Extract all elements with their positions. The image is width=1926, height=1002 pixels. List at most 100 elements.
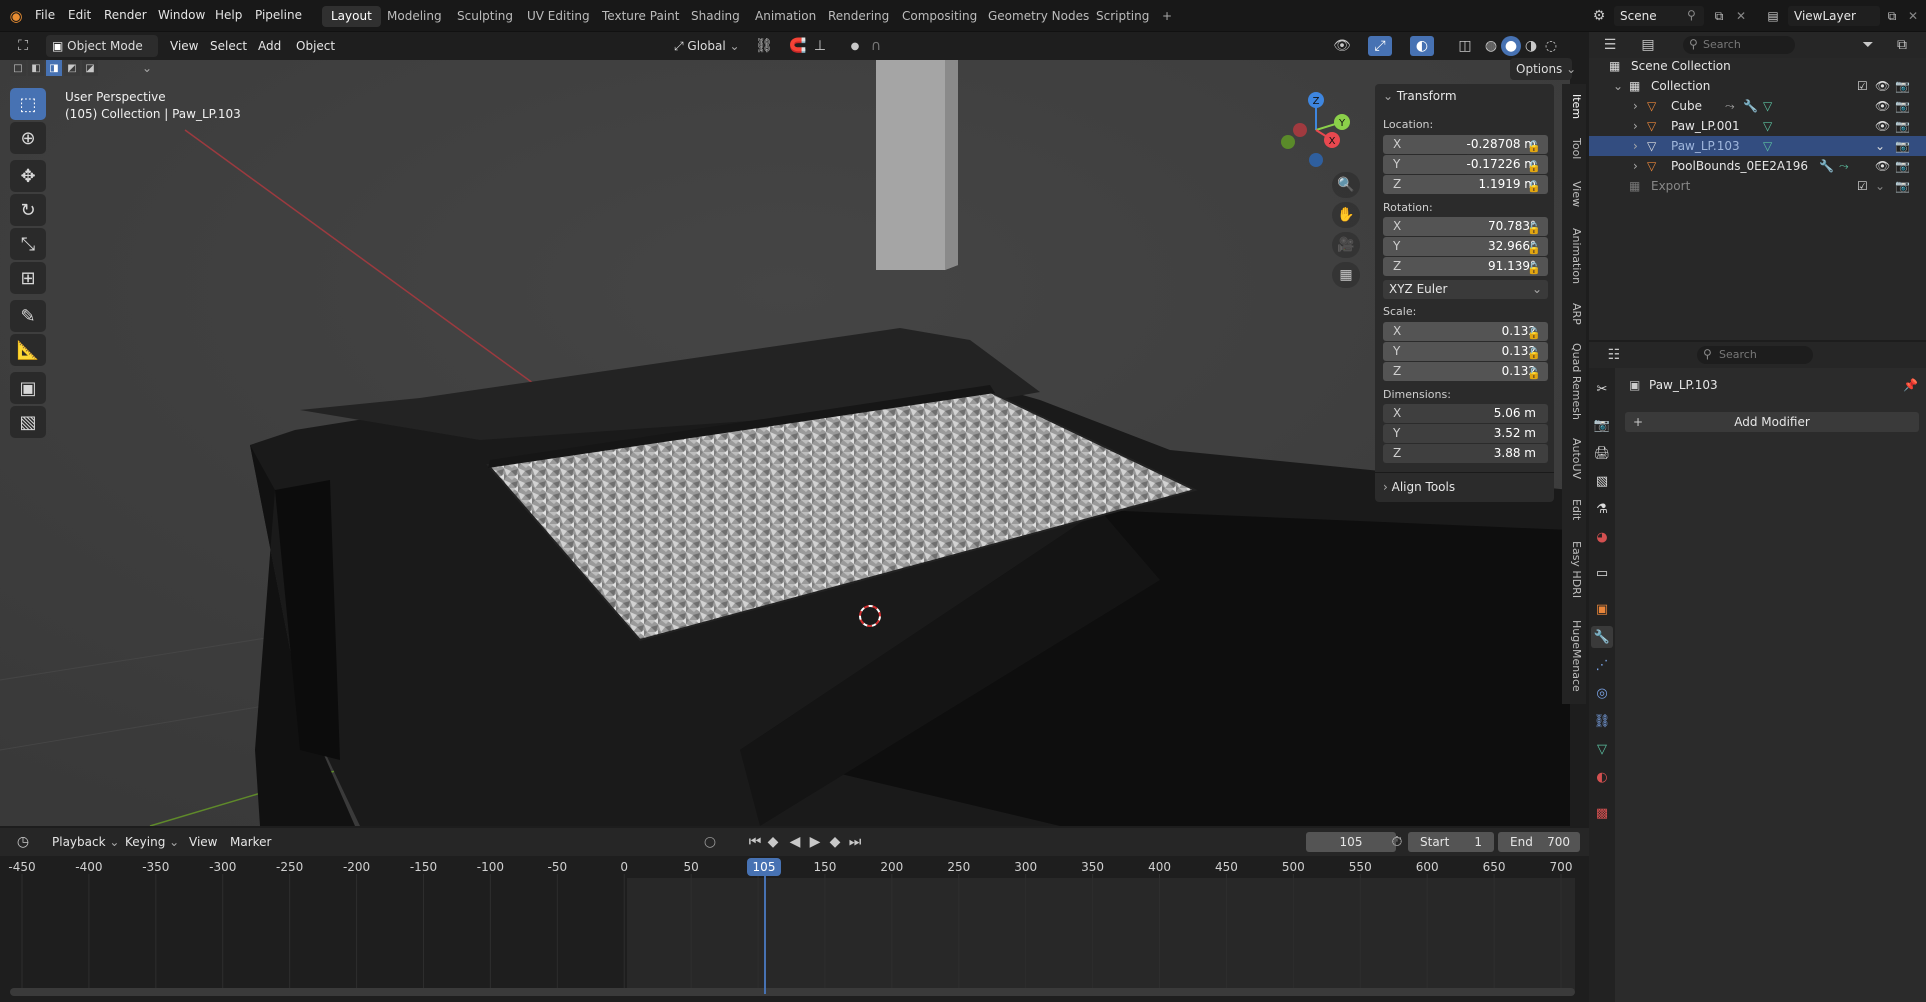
- blender-logo-icon[interactable]: ◉: [6, 7, 26, 25]
- xray-icon[interactable]: ◫: [1455, 36, 1475, 56]
- tab-edit[interactable]: Edit: [1565, 496, 1583, 524]
- menu-view-timeline[interactable]: View: [189, 835, 217, 849]
- snap-target-icon[interactable]: ⊥: [808, 36, 832, 56]
- particles-tab-icon[interactable]: ⋰: [1591, 654, 1613, 676]
- new-collection-icon[interactable]: ⧉: [1889, 36, 1915, 54]
- outliner-search-input[interactable]: ⚲ Search: [1683, 36, 1795, 54]
- lock-icon[interactable]: 🔓: [1526, 260, 1542, 276]
- select-box-tool[interactable]: ⬚: [10, 88, 46, 120]
- tab-hugemenace[interactable]: HugeMenace: [1565, 616, 1583, 696]
- menu-pipeline[interactable]: Pipeline: [255, 8, 302, 22]
- lock-icon[interactable]: 🔓: [1526, 178, 1542, 194]
- cursor-tool[interactable]: ⊕: [10, 122, 46, 154]
- view-layer-selector[interactable]: ViewLayer: [1788, 6, 1880, 26]
- timeline-scrollbar[interactable]: [10, 988, 1575, 996]
- tab-scripting[interactable]: Scripting: [1087, 6, 1158, 27]
- location-z-field[interactable]: Z 1.1919 m: [1383, 175, 1548, 194]
- outliner-scene-collection[interactable]: ▦ Scene Collection: [1589, 56, 1926, 76]
- dimension-z-field[interactable]: Z 3.88 m: [1383, 444, 1548, 463]
- eye-icon[interactable]: 👁: [1875, 76, 1890, 96]
- camera-icon[interactable]: 📷: [1895, 76, 1910, 96]
- tab-rendering[interactable]: Rendering: [819, 6, 898, 27]
- eye-icon[interactable]: 👁: [1875, 96, 1890, 116]
- world-tab-icon[interactable]: ◕: [1591, 526, 1613, 548]
- menu-file[interactable]: File: [35, 8, 55, 22]
- scale-z-field[interactable]: Z 0.132: [1383, 362, 1548, 381]
- tab-arp[interactable]: ARP: [1565, 300, 1583, 328]
- checkbox-icon[interactable]: ☑: [1857, 176, 1868, 196]
- start-frame-field[interactable]: Start 1: [1408, 832, 1494, 852]
- lock-icon[interactable]: 🔓: [1526, 158, 1542, 174]
- tab-geometry-nodes[interactable]: Geometry Nodes: [979, 6, 1098, 27]
- tab-layout[interactable]: Layout: [322, 6, 381, 27]
- properties-editor-icon[interactable]: ☷: [1601, 346, 1627, 364]
- move-tool[interactable]: ✥: [10, 160, 46, 192]
- editor-type-icon[interactable]: ⛶: [10, 36, 36, 56]
- ortho-grid-icon[interactable]: ▦: [1332, 262, 1360, 288]
- lock-icon[interactable]: 🔓: [1526, 220, 1542, 236]
- checkbox-icon[interactable]: ☑: [1857, 76, 1868, 96]
- dimension-x-field[interactable]: X 5.06 m: [1383, 404, 1548, 423]
- tab-uv-editing[interactable]: UV Editing: [518, 6, 599, 27]
- chevron-down-icon[interactable]: ⌄: [1613, 76, 1623, 96]
- new-view-layer-icon[interactable]: ⧉: [1883, 7, 1901, 25]
- options-button[interactable]: Options ⌄: [1510, 58, 1576, 80]
- end-frame-field[interactable]: End 700: [1498, 832, 1580, 852]
- eye-hidden-icon[interactable]: ⌄: [1875, 176, 1885, 196]
- menu-playback[interactable]: Playback ⌄: [52, 835, 119, 849]
- dimension-y-field[interactable]: Y 3.52 m: [1383, 424, 1548, 443]
- collection-tab-icon[interactable]: ▭: [1591, 562, 1613, 584]
- outliner-item-cube[interactable]: › ▽ Cube ⤳ 🔧 ▽ 👁 📷: [1589, 96, 1926, 116]
- transform-tool[interactable]: ⊞: [10, 262, 46, 294]
- menu-help[interactable]: Help: [215, 8, 242, 22]
- tab-view[interactable]: View: [1565, 178, 1583, 210]
- jump-end-icon[interactable]: ⏭: [846, 833, 864, 851]
- menu-view[interactable]: View: [170, 39, 198, 53]
- camera-icon[interactable]: 📷: [1895, 136, 1910, 156]
- tab-tool[interactable]: Tool: [1565, 134, 1583, 164]
- outliner-item-paw-lp-103[interactable]: › ▽ Paw_LP.103 ▽ ⌄ 📷: [1589, 136, 1926, 156]
- render-tab-icon[interactable]: 📷: [1591, 414, 1613, 436]
- scene-selector[interactable]: Scene ⚲: [1614, 6, 1704, 26]
- menu-edit[interactable]: Edit: [68, 8, 91, 22]
- lock-icon[interactable]: 🔓: [1526, 138, 1542, 154]
- tab-modeling[interactable]: Modeling: [378, 6, 451, 27]
- zoom-icon[interactable]: 🔍: [1332, 172, 1360, 198]
- properties-search-input[interactable]: ⚲ Search: [1697, 346, 1813, 364]
- menu-keying[interactable]: Keying ⌄: [125, 835, 179, 849]
- chevron-right-icon[interactable]: ›: [1633, 156, 1638, 176]
- falloff-icon[interactable]: ∩: [866, 36, 886, 56]
- prev-keyframe-icon[interactable]: ◆: [764, 833, 782, 851]
- visibility-icon[interactable]: 👁: [1330, 36, 1354, 56]
- menu-marker[interactable]: Marker: [230, 835, 271, 849]
- play-reverse-icon[interactable]: ◀: [786, 833, 804, 851]
- pan-hand-icon[interactable]: ✋: [1332, 202, 1360, 228]
- eye-icon[interactable]: 👁: [1875, 116, 1890, 136]
- camera-icon[interactable]: 📷: [1895, 156, 1910, 176]
- close-scene-icon[interactable]: ✕: [1732, 7, 1750, 25]
- tab-shading[interactable]: Shading: [682, 6, 749, 27]
- camera-view-icon[interactable]: 🎥: [1332, 232, 1360, 258]
- outliner-collection[interactable]: ⌄ ▦ Collection ☑ 👁 📷: [1589, 76, 1926, 96]
- location-y-field[interactable]: Y -0.17226 m: [1383, 155, 1548, 174]
- material-tab-icon[interactable]: ◐: [1591, 766, 1613, 788]
- menu-object[interactable]: Object: [296, 39, 335, 53]
- snap-icon[interactable]: 🧲: [786, 36, 810, 56]
- lock-icon[interactable]: 🔓: [1526, 345, 1542, 361]
- mode-selector[interactable]: ▣ Object Mode ⌄: [46, 35, 158, 75]
- camera-icon[interactable]: 📷: [1895, 96, 1910, 116]
- lock-icon[interactable]: 🔓: [1526, 365, 1542, 381]
- playhead-frame-label[interactable]: 105: [747, 858, 781, 876]
- select-subtract-icon[interactable]: ◨: [46, 60, 62, 76]
- menu-render[interactable]: Render: [104, 8, 147, 22]
- transform-section-header[interactable]: ⌄ Transform: [1383, 89, 1457, 103]
- modifier-tab-icon[interactable]: 🔧: [1591, 626, 1613, 648]
- view-layer-tab-icon[interactable]: ▧: [1591, 470, 1613, 492]
- pivot-icon[interactable]: ⛓: [752, 36, 776, 56]
- current-frame-field[interactable]: 105: [1306, 832, 1396, 852]
- tool-tab-icon[interactable]: ✂: [1591, 378, 1613, 400]
- scene-icon[interactable]: ⚙: [1588, 7, 1610, 25]
- tab-easy-hdri[interactable]: Easy HDRI: [1565, 538, 1583, 602]
- select-new-icon[interactable]: □: [10, 60, 26, 76]
- 3d-viewport[interactable]: User Perspective (105) Collection | Paw_…: [0, 60, 1570, 826]
